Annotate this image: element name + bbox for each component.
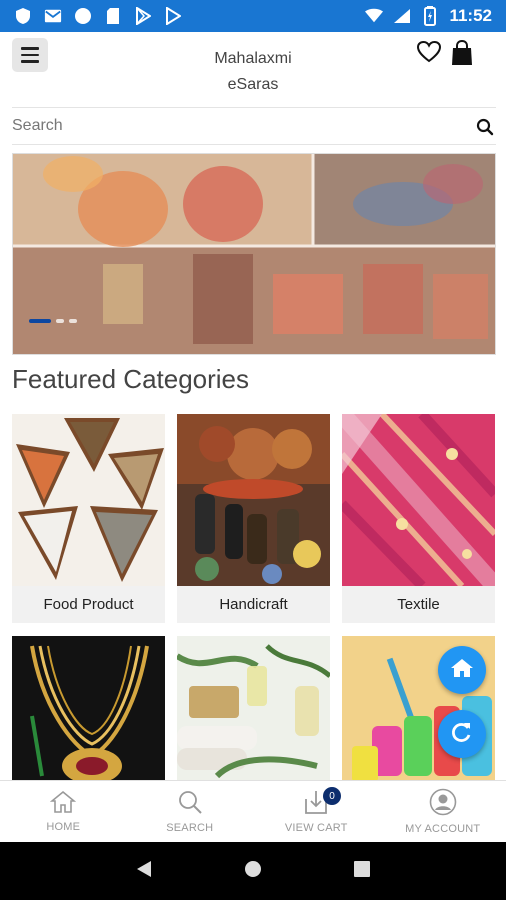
menu-icon-line — [21, 47, 39, 50]
category-image — [177, 636, 330, 786]
category-image — [177, 414, 330, 586]
category-card-herbal[interactable] — [177, 636, 330, 786]
nav-label: HOME — [46, 821, 81, 833]
refresh-fab[interactable] — [438, 710, 486, 758]
search-input[interactable] — [12, 108, 452, 144]
recents-icon[interactable] — [353, 860, 371, 882]
back-icon[interactable] — [135, 859, 153, 883]
menu-icon-line — [21, 60, 39, 63]
circle-icon — [74, 8, 92, 24]
bottom-navigation: HOME SEARCH 0 VIEW CART MY ACCOUNT — [0, 780, 506, 842]
nav-label: VIEW CART — [284, 822, 348, 834]
category-label: Food Product — [43, 596, 134, 613]
wifi-icon — [365, 8, 384, 24]
carousel-dot[interactable] — [69, 319, 77, 323]
play-icon — [164, 7, 182, 25]
shield-icon — [14, 8, 32, 24]
home-fab[interactable] — [438, 646, 486, 694]
menu-icon-line — [21, 53, 39, 57]
menu-button[interactable] — [12, 38, 48, 72]
category-label: Handicraft — [219, 596, 288, 613]
carousel-indicator — [29, 319, 77, 323]
category-card-textile[interactable]: Textile — [342, 414, 495, 623]
banner-carousel[interactable] — [12, 153, 496, 355]
home-circle-icon[interactable] — [243, 859, 263, 883]
category-label: Textile — [397, 596, 440, 613]
sd-card-icon — [104, 8, 122, 24]
nav-home[interactable]: HOME — [0, 781, 127, 842]
battery-icon — [421, 6, 439, 26]
carousel-dot[interactable] — [56, 319, 64, 323]
signal-icon — [393, 8, 411, 24]
nav-label: SEARCH — [166, 822, 214, 834]
carousel-dot[interactable] — [29, 319, 51, 323]
account-icon — [429, 788, 457, 820]
category-card-handicraft[interactable]: Handicraft — [177, 414, 330, 623]
nav-label: MY ACCOUNT — [405, 823, 481, 835]
nav-search[interactable]: SEARCH — [127, 781, 254, 842]
brand-logo[interactable]: Mahalaxmi eSaras — [150, 46, 356, 98]
heart-icon[interactable] — [416, 40, 442, 66]
mail-icon — [44, 8, 62, 24]
search-bar — [12, 107, 496, 145]
nav-my-account[interactable]: MY ACCOUNT — [380, 781, 506, 842]
brand-line-2: eSaras — [227, 76, 279, 93]
home-icon — [50, 790, 77, 818]
refresh-icon — [450, 720, 474, 748]
nav-view-cart[interactable]: 0 VIEW CART — [253, 781, 380, 842]
category-card-food-product[interactable]: Food Product — [12, 414, 165, 623]
category-image — [12, 414, 165, 586]
category-image — [342, 414, 495, 586]
category-card-jewellery[interactable] — [12, 636, 165, 786]
system-navigation-bar — [0, 842, 506, 900]
section-title: Featured Categories — [12, 364, 250, 394]
status-bar: 11:52 — [0, 0, 506, 32]
home-icon — [450, 657, 474, 683]
banner-image — [13, 154, 495, 354]
clock: 11:52 — [449, 6, 492, 25]
brand-line-1: Mahalaxmi — [214, 50, 292, 67]
search-icon[interactable] — [476, 118, 494, 136]
cart-count-badge: 0 — [323, 787, 341, 805]
app-header: Mahalaxmi eSaras — [0, 32, 506, 104]
search-icon — [177, 789, 203, 819]
play-store-icon — [134, 7, 152, 25]
shopping-bag-icon[interactable] — [450, 39, 476, 66]
category-image — [12, 636, 165, 786]
